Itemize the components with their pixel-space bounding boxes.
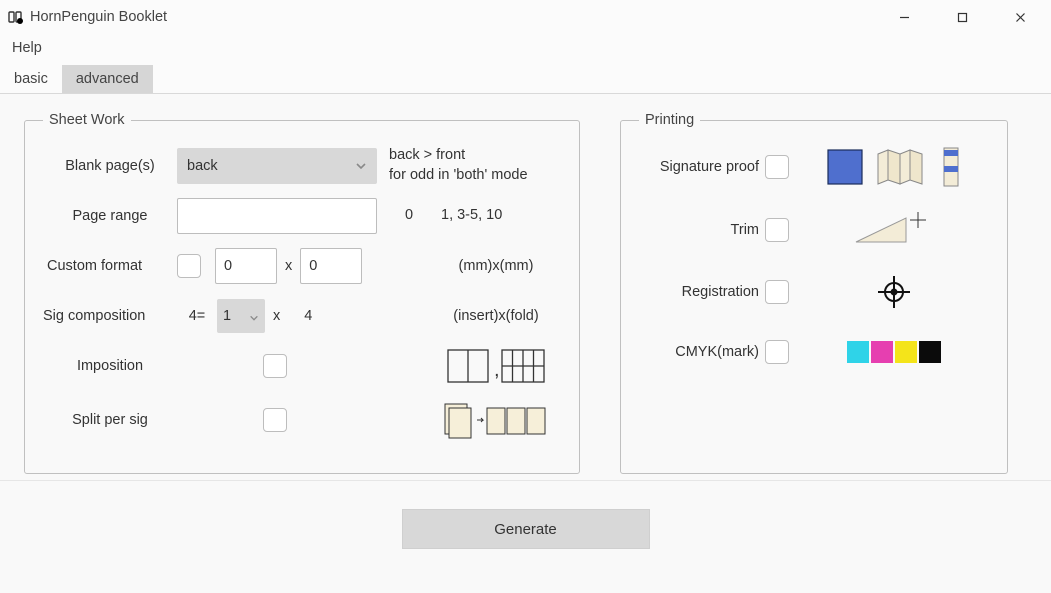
custom-height-input[interactable]: [300, 248, 362, 284]
svg-text:,: ,: [494, 359, 500, 381]
menu-bar: Help: [0, 34, 1051, 62]
blank-pages-value: back: [187, 158, 218, 174]
signature-proof-label: Signature proof: [639, 159, 765, 175]
trim-checkbox[interactable]: [765, 218, 789, 242]
magenta-swatch: [871, 341, 893, 363]
registration-label: Registration: [639, 284, 765, 300]
tab-advanced[interactable]: advanced: [62, 65, 153, 93]
title-bar: HornPenguin Booklet: [0, 0, 1051, 34]
cyan-swatch: [847, 341, 869, 363]
generate-button[interactable]: Generate: [402, 509, 650, 549]
sheet-work-group: Sheet Work Blank page(s) back back > fro…: [24, 112, 580, 474]
blank-pages-label: Blank page(s): [43, 158, 177, 174]
signature-proof-icon: [799, 146, 989, 188]
custom-width-input[interactable]: [215, 248, 277, 284]
split-per-sig-checkbox[interactable]: [263, 408, 287, 432]
chevron-down-icon: [355, 160, 367, 172]
sig-insert-select[interactable]: 1: [217, 299, 265, 333]
custom-format-checkbox[interactable]: [177, 254, 201, 278]
cmyk-label: CMYK(mark): [639, 344, 765, 360]
split-per-sig-label: Split per sig: [43, 412, 177, 428]
custom-format-label: Custom format: [43, 258, 177, 274]
tab-bar: basic advanced: [0, 62, 1051, 94]
sig-fold-value: 4: [288, 308, 328, 324]
close-button[interactable]: [997, 0, 1043, 34]
custom-format-hint: (mm)x(mm): [431, 258, 561, 274]
registration-checkbox[interactable]: [765, 280, 789, 304]
printing-legend: Printing: [639, 112, 700, 128]
sig-eq: 4=: [177, 308, 217, 324]
content-area: Sheet Work Blank page(s) back back > fro…: [0, 94, 1051, 481]
imposition-label: Imposition: [43, 358, 177, 374]
black-swatch: [919, 341, 941, 363]
registration-icon: [799, 275, 989, 309]
cmyk-icon: [799, 341, 989, 363]
page-range-input[interactable]: [177, 198, 377, 234]
page-range-label: Page range: [43, 208, 177, 224]
maximize-button[interactable]: [939, 0, 985, 34]
page-range-zero: 0: [389, 206, 429, 226]
split-per-sig-icon: [431, 400, 561, 440]
trim-icon: [799, 208, 989, 252]
window-title: HornPenguin Booklet: [30, 9, 167, 25]
sig-composition-label: Sig composition: [43, 308, 177, 324]
blank-pages-hint: back > front for odd in 'both' mode: [389, 146, 528, 185]
imposition-checkbox[interactable]: [263, 354, 287, 378]
menu-help[interactable]: Help: [6, 38, 48, 58]
trim-label: Trim: [639, 222, 765, 238]
printing-group: Printing Signature proof Tri: [620, 112, 1008, 474]
sig-x: x: [273, 308, 280, 324]
sig-hint: (insert)x(fold): [431, 308, 561, 324]
page-range-example: 1, 3-5, 10: [441, 206, 502, 226]
sheet-work-legend: Sheet Work: [43, 112, 131, 128]
sig-insert-value: 1: [223, 308, 231, 324]
signature-proof-checkbox[interactable]: [765, 155, 789, 179]
tab-basic[interactable]: basic: [0, 65, 62, 93]
window-controls: [881, 0, 1043, 34]
custom-x: x: [285, 258, 292, 274]
action-bar: Generate: [0, 481, 1051, 577]
yellow-swatch: [895, 341, 917, 363]
cmyk-checkbox[interactable]: [765, 340, 789, 364]
chevron-down-icon: [249, 311, 259, 321]
imposition-icon: ,: [431, 348, 561, 384]
app-icon: [8, 9, 24, 25]
minimize-button[interactable]: [881, 0, 927, 34]
blank-pages-select[interactable]: back: [177, 148, 377, 184]
